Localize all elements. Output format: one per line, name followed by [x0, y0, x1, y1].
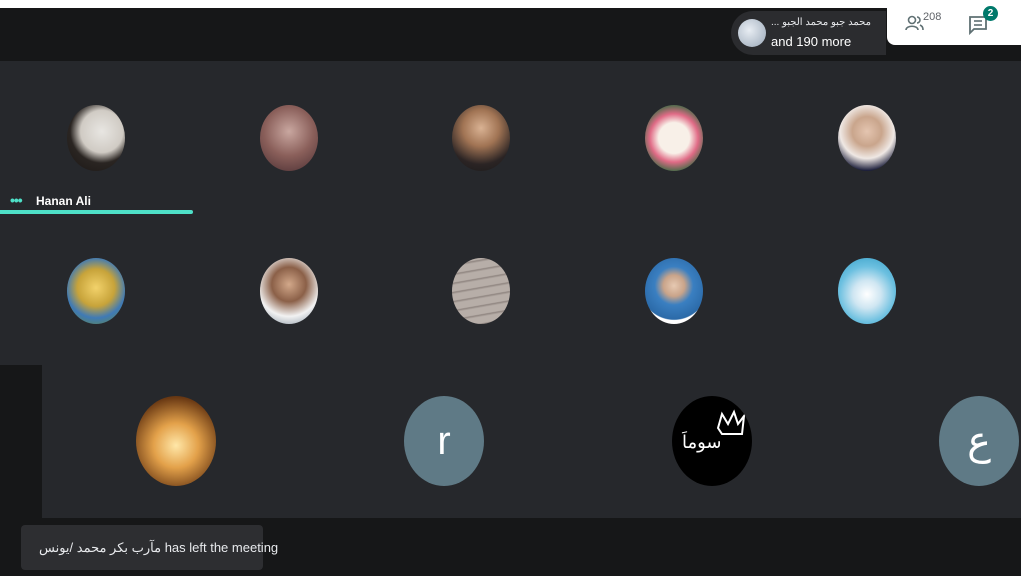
- participants-pill[interactable]: ... محمد جبو محمد الجبو and 190 more: [731, 11, 886, 55]
- crown-text: سوماَ: [682, 432, 722, 453]
- people-icon: [905, 15, 924, 31]
- speaking-indicator-icon: •••: [10, 192, 23, 208]
- left-strip: [0, 365, 42, 525]
- avatar-letter: r: [437, 418, 451, 463]
- left-meeting-toast: مآرب بكر محمد /يونس has left the meeting: [21, 525, 278, 570]
- chat-badge: 2: [983, 6, 998, 21]
- avatar-letter: ع: [967, 418, 991, 464]
- participant-grid-bottom: r سوماَ ع: [42, 365, 1021, 525]
- participant-tile-avatar[interactable]: [452, 105, 510, 171]
- toast-text: مآرب بكر محمد /يونس has left the meeting: [39, 540, 279, 555]
- more-participants: and 190 more: [771, 34, 852, 49]
- participant-grid: ••• Hanan Ali: [0, 61, 1021, 373]
- participant-avatar: [738, 19, 766, 47]
- participant-tile-avatar[interactable]: [452, 258, 510, 324]
- chat-button[interactable]: 2: [967, 6, 998, 38]
- participant-tile-avatar[interactable]: [260, 258, 318, 324]
- participant-tile-avatar[interactable]: [838, 105, 896, 171]
- participant-tile-avatar[interactable]: سوماَ: [672, 396, 752, 486]
- participant-initial-avatar[interactable]: r: [404, 396, 484, 486]
- participant-tile-avatar[interactable]: [838, 258, 896, 324]
- participant-names: ... محمد جبو محمد الجبو: [771, 17, 871, 28]
- people-count: 208: [923, 11, 942, 23]
- participant-tile-avatar[interactable]: [645, 105, 703, 171]
- participant-initial-avatar[interactable]: ع: [939, 396, 1019, 486]
- participant-tile-avatar[interactable]: [645, 258, 703, 324]
- participant-tile-avatar[interactable]: [67, 105, 125, 171]
- people-button[interactable]: 208: [905, 10, 945, 36]
- speaking-bar: [0, 210, 193, 214]
- top-bar: ... محمد جبو محمد الجبو and 190 more: [0, 8, 1021, 61]
- meeting-stage: ... محمد جبو محمد الجبو and 190 more •••…: [0, 8, 1021, 576]
- participant-tile-avatar[interactable]: [67, 258, 125, 324]
- participant-tile-avatar[interactable]: [136, 396, 216, 486]
- meeting-controls-panel: 208 2: [887, 0, 1021, 45]
- speaker-name: Hanan Ali: [36, 194, 91, 208]
- participant-tile-avatar[interactable]: [260, 105, 318, 171]
